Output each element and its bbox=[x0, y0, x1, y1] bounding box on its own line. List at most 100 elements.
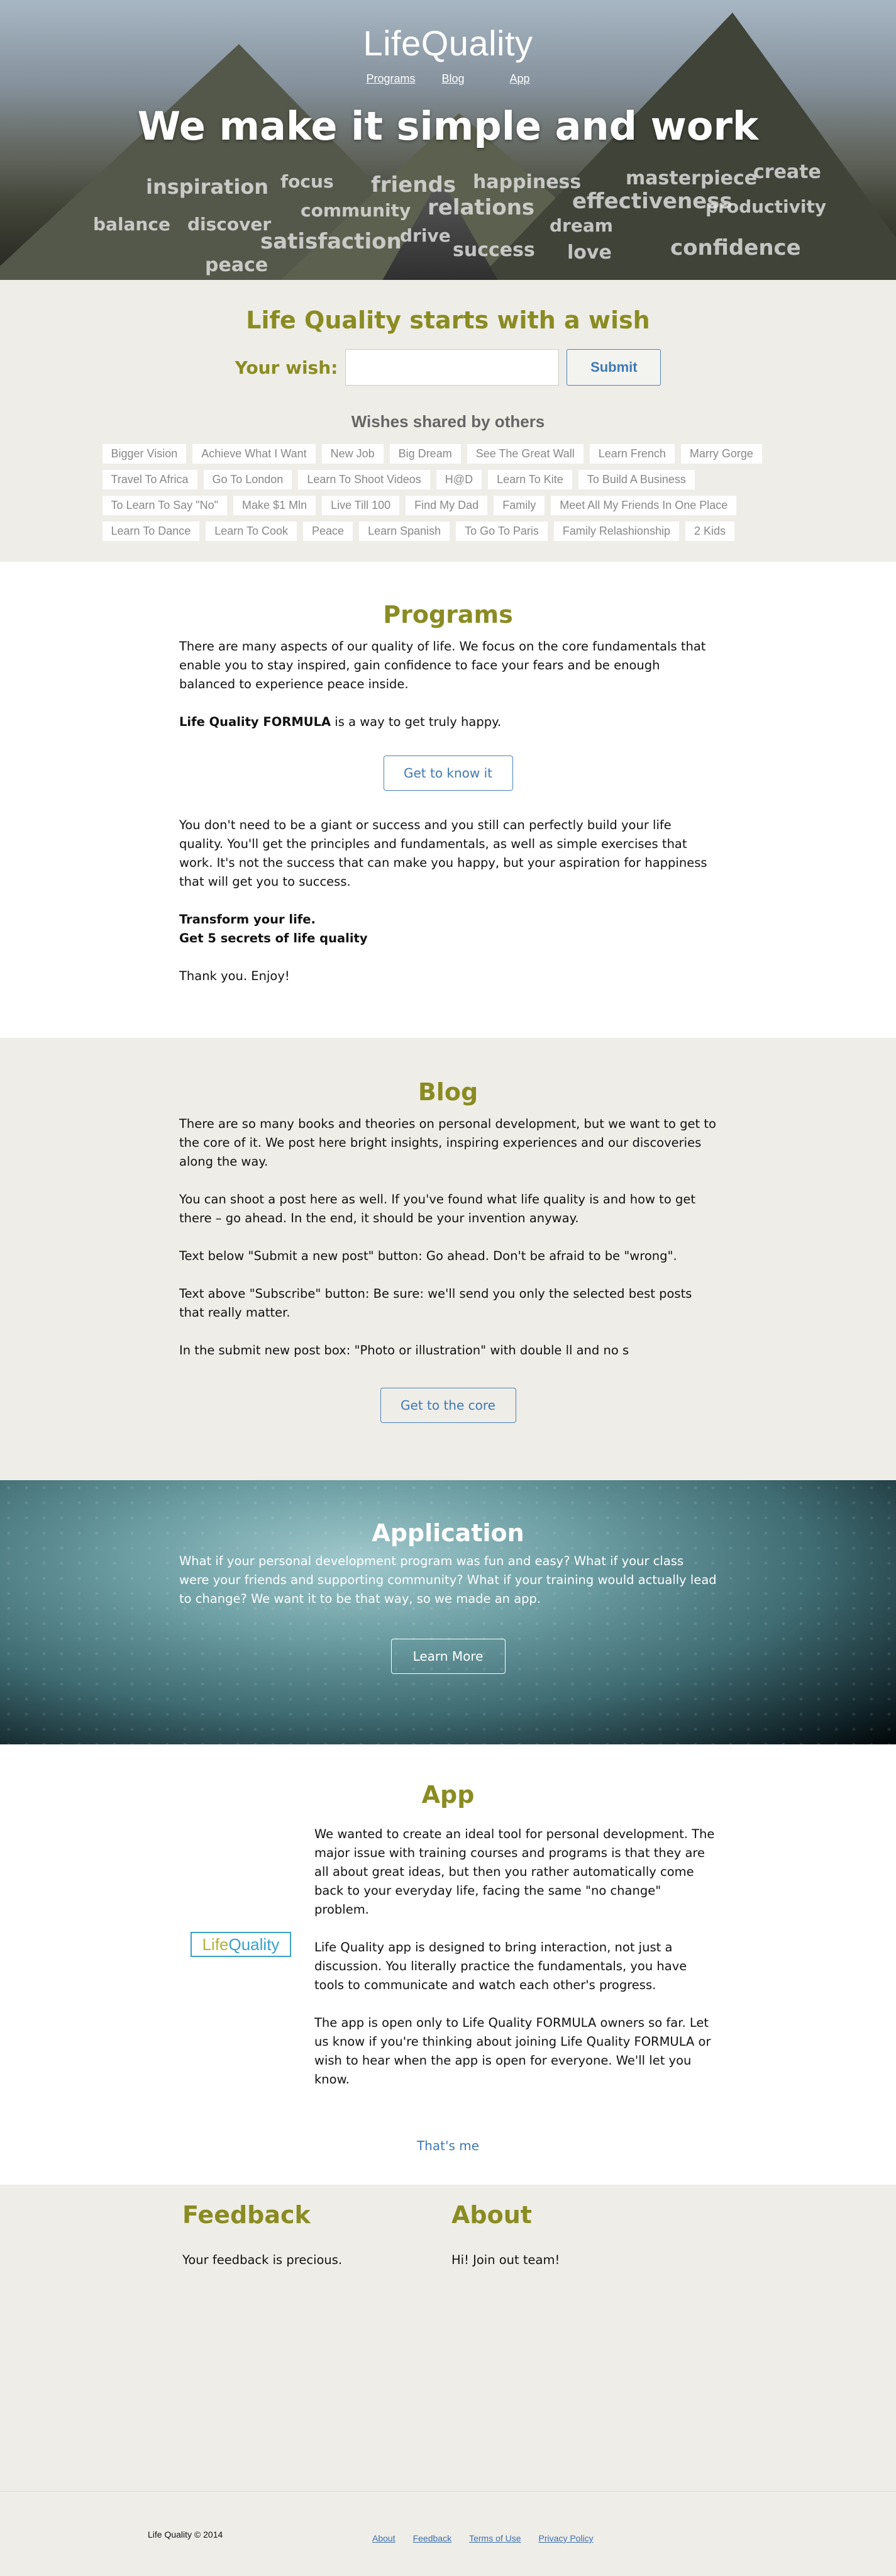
wish-tag[interactable]: Meet All My Friends In One Place bbox=[551, 496, 737, 515]
programs-formula: Life Quality FORMULA is a way to get tru… bbox=[179, 713, 717, 732]
hero-word: happiness bbox=[473, 171, 582, 193]
nav-app[interactable]: App bbox=[510, 72, 530, 86]
hero-word: relations bbox=[428, 195, 535, 220]
application-section: Application What if your personal develo… bbox=[0, 1480, 896, 1744]
hero-title: We make it simple and work bbox=[137, 103, 759, 149]
programs-body: You don't need to be a giant or success … bbox=[179, 818, 707, 889]
hero-word: focus bbox=[280, 171, 334, 192]
main-nav: Programs Blog App bbox=[0, 72, 896, 86]
hero-word: love bbox=[567, 242, 612, 264]
blog-section: Blog There are so many books and theorie… bbox=[0, 1038, 896, 1480]
site-logo[interactable]: LifeQuality bbox=[0, 0, 896, 64]
formula-text: is a way to get truly happy. bbox=[331, 715, 502, 729]
wish-tag[interactable]: H@D bbox=[436, 470, 482, 489]
wish-tag[interactable]: To Learn To Say "No" bbox=[102, 496, 228, 515]
feedback-title: Feedback bbox=[182, 2201, 311, 2229]
nav-programs[interactable]: Programs bbox=[366, 72, 415, 86]
hero-word: community bbox=[301, 200, 411, 221]
footer: Life Quality © 2014 About Feedback Terms… bbox=[0, 2491, 896, 2576]
programs-transform: Transform your life. bbox=[179, 912, 316, 927]
submit-button[interactable]: Submit bbox=[567, 349, 661, 386]
wish-tag[interactable]: Learn To Dance bbox=[102, 521, 200, 541]
shared-wishes-title: Wishes shared by others bbox=[351, 412, 545, 431]
wish-tag[interactable]: Travel To Africa bbox=[102, 470, 197, 489]
blog-p3: Text below "Submit a new post" button: G… bbox=[179, 1249, 677, 1263]
wish-tag[interactable]: Family bbox=[494, 496, 545, 515]
programs-intro: There are many aspects of our quality of… bbox=[179, 639, 706, 691]
hero-word: create bbox=[753, 161, 821, 183]
hero-word: balance bbox=[93, 214, 170, 235]
wish-tag[interactable]: Find My Dad bbox=[406, 496, 488, 515]
app-logo-life: Life bbox=[202, 1934, 229, 1954]
wish-tag[interactable]: Live Till 100 bbox=[322, 496, 400, 515]
wish-section: Life Quality starts with a wish Your wis… bbox=[0, 280, 896, 562]
footer-link-about[interactable]: About bbox=[372, 2533, 395, 2543]
footer-links: About Feedback Terms of Use Privacy Poli… bbox=[372, 2533, 594, 2543]
wish-tag[interactable]: New Job bbox=[321, 444, 384, 464]
get-to-know-it-button[interactable]: Get to know it bbox=[383, 756, 513, 791]
wish-tags: Bigger Vision Achieve What I Want New Job B… bbox=[102, 444, 794, 541]
about-title: About bbox=[451, 2201, 532, 2229]
app-section: App Life Quality We wanted to create an i… bbox=[0, 1744, 896, 2163]
hero-word: inspiration bbox=[146, 175, 269, 199]
wish-title: Life Quality starts with a wish bbox=[246, 306, 650, 334]
app-logo-quality: Quality bbox=[228, 1934, 280, 1954]
wish-tag[interactable]: Learn To Cook bbox=[206, 521, 297, 541]
hero-word: dream bbox=[550, 215, 613, 236]
programs-section: Programs There are many aspects of our q… bbox=[0, 562, 896, 1038]
wish-tag[interactable]: To Go To Paris bbox=[456, 521, 548, 541]
blog-p1: There are so many books and theories on … bbox=[179, 1117, 716, 1169]
wish-tag[interactable]: Big Dream bbox=[389, 444, 461, 464]
hero-banner: LifeQuality Programs Blog App We make it… bbox=[0, 0, 896, 280]
wish-tag[interactable]: Learn Spanish bbox=[359, 521, 450, 541]
hero-word: peace bbox=[205, 254, 268, 276]
hero-word: friends bbox=[371, 172, 456, 198]
application-title: Application bbox=[372, 1519, 524, 1547]
wish-tag[interactable]: Family Relashionship bbox=[553, 521, 679, 541]
blog-p2: You can shoot a post here as well. If yo… bbox=[179, 1192, 695, 1225]
wish-tag[interactable]: To Build A Business bbox=[578, 470, 695, 489]
app-p1: We wanted to create an ideal tool for pe… bbox=[314, 1827, 715, 1917]
footer-link-privacy[interactable]: Privacy Policy bbox=[539, 2533, 594, 2543]
learn-more-button[interactable]: Learn More bbox=[390, 1639, 506, 1674]
hero-word: discover bbox=[187, 214, 272, 235]
wish-tag[interactable]: Achieve What I Want bbox=[192, 444, 316, 464]
wish-tag[interactable]: Learn To Kite bbox=[488, 470, 572, 489]
hero-word: masterpiece bbox=[626, 167, 758, 189]
wish-tag[interactable]: Learn To Shoot Videos bbox=[298, 470, 430, 489]
copyright: Life Quality © 2014 bbox=[148, 2529, 223, 2540]
wish-form: Your wish: Submit bbox=[0, 349, 896, 386]
nav-blog[interactable]: Blog bbox=[441, 72, 464, 86]
wish-label: Your wish: bbox=[235, 357, 338, 378]
app-p2: Life Quality app is designed to bring in… bbox=[314, 1940, 687, 1992]
programs-title: Programs bbox=[383, 601, 513, 628]
app-p3: The app is open only to Life Quality FOR… bbox=[314, 2016, 711, 2087]
blog-p5: In the submit new post box: "Photo or il… bbox=[179, 1343, 629, 1358]
wish-tag[interactable]: Peace bbox=[303, 521, 353, 541]
wish-tag[interactable]: Make $1 Mln bbox=[233, 496, 316, 515]
wish-tag[interactable]: See The Great Wall bbox=[467, 444, 584, 464]
blog-title: Blog bbox=[418, 1078, 478, 1106]
wish-input[interactable] bbox=[345, 349, 560, 386]
hero-word: drive bbox=[400, 225, 451, 246]
wish-tag[interactable]: Bigger Vision bbox=[102, 444, 187, 464]
formula-name: Life Quality FORMULA bbox=[179, 715, 331, 729]
wish-tag[interactable]: Learn French bbox=[589, 444, 675, 464]
get-to-the-core-button[interactable]: Get to the core bbox=[380, 1388, 516, 1423]
feedback-text: Your feedback is precious. bbox=[182, 2253, 343, 2267]
about-text: Hi! Join out team! bbox=[451, 2253, 560, 2267]
programs-secrets: Get 5 secrets of life quality bbox=[179, 931, 368, 945]
hero-word: success bbox=[453, 239, 535, 261]
wish-tag[interactable]: 2 Kids bbox=[685, 521, 734, 541]
feedback-about-section: Feedback Your feedback is precious. Abou… bbox=[0, 2185, 896, 2491]
footer-link-terms[interactable]: Terms of Use bbox=[469, 2533, 521, 2543]
hero-word: productivity bbox=[705, 196, 827, 217]
wish-tag[interactable]: Go To London bbox=[203, 470, 292, 489]
footer-link-feedback[interactable]: Feedback bbox=[413, 2533, 451, 2543]
hero-word: satisfaction bbox=[260, 229, 402, 254]
about-column: About Hi! Join out team! bbox=[451, 2201, 560, 2267]
feedback-column: Feedback Your feedback is precious. bbox=[182, 2201, 342, 2267]
hero-word: confidence bbox=[670, 235, 801, 260]
application-text: What if your personal development progra… bbox=[179, 1554, 717, 1606]
wish-tag[interactable]: Marry Gorge bbox=[680, 444, 762, 464]
